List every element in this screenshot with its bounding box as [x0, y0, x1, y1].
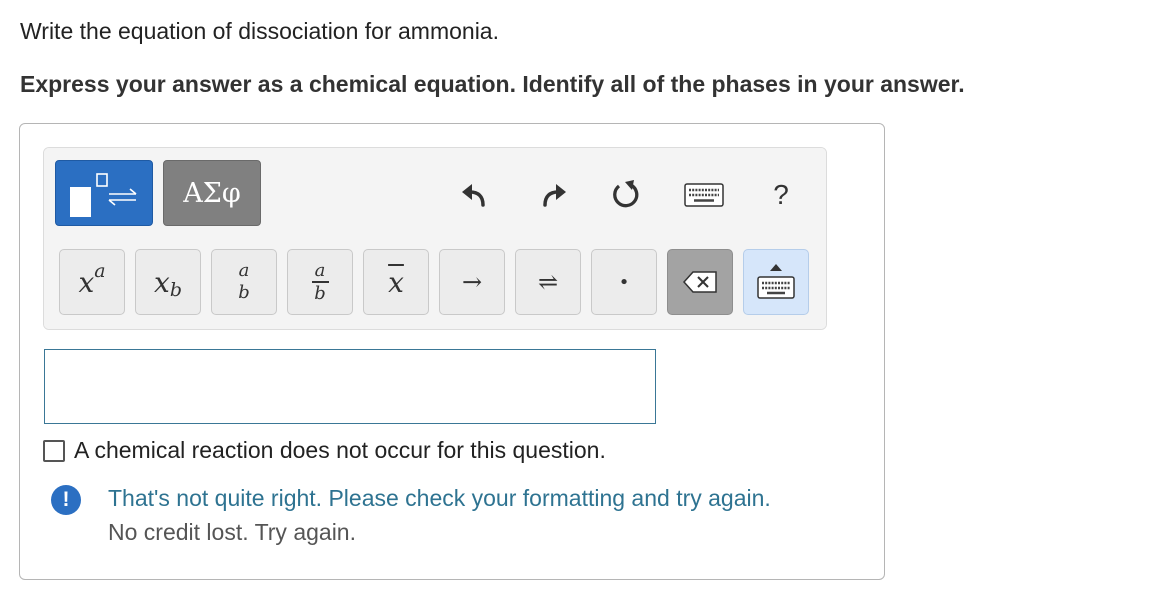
overbar-key[interactable]: x	[363, 249, 429, 315]
overbar-key-label: x	[388, 265, 404, 299]
math-editor: ΑΣφ ? x a x b a b a b x → ⇌ •	[43, 147, 827, 330]
template-reaction-icon	[70, 173, 137, 217]
backspace-key[interactable]	[667, 249, 733, 315]
fraction-key-numerator: a	[238, 260, 250, 281]
answer-panel: ΑΣφ ? x a x b a b a b x → ⇌ • A chemical…	[19, 123, 885, 580]
keypad: xa xb a b a b x → ⇌ •	[44, 234, 826, 329]
greek-symbols-button[interactable]: ΑΣφ	[163, 160, 261, 226]
fraction-bar-key-numerator: a	[314, 260, 326, 282]
no-reaction-label: A chemical reaction does not occur for t…	[74, 437, 606, 463]
help-button[interactable]: ?	[761, 175, 801, 215]
fraction-key-denominator: b	[238, 282, 250, 303]
equilibrium-arrow-key-label: ⇌	[537, 268, 559, 296]
answer-input[interactable]	[44, 349, 656, 424]
fraction-bar-key-denominator: b	[314, 282, 326, 304]
subscript-key-base: x	[154, 265, 170, 299]
reset-icon	[613, 180, 639, 208]
no-reaction-checkbox[interactable]	[43, 439, 65, 462]
toolbar: ΑΣφ ?	[44, 148, 826, 234]
fraction-bar-key[interactable]: a b	[287, 249, 353, 315]
keyboard-toggle-icon	[757, 264, 795, 299]
feedback-message: That's not quite right. Please check you…	[108, 485, 771, 511]
templates-button[interactable]	[55, 160, 153, 226]
superscript-key-exponent: a	[94, 260, 106, 282]
redo-icon	[543, 184, 566, 207]
keyboard-shortcuts-button[interactable]	[681, 175, 727, 215]
instruction-text: Express your answer as a chemical equati…	[20, 71, 965, 97]
no-reaction-option[interactable]: A chemical reaction does not occur for t…	[43, 437, 606, 464]
reaction-arrow-key-label: →	[461, 268, 483, 296]
feedback-submessage: No credit lost. Try again.	[108, 519, 356, 545]
reset-button[interactable]	[606, 175, 646, 215]
undo-button[interactable]	[455, 175, 495, 215]
dot-key[interactable]: •	[591, 249, 657, 315]
subscript-key-index: b	[169, 279, 182, 301]
superscript-key-base: x	[78, 265, 95, 299]
toggle-keypad-key[interactable]	[743, 249, 809, 315]
dot-key-label: •	[618, 271, 630, 293]
reaction-arrow-key[interactable]: →	[439, 249, 505, 315]
alert-icon: !	[51, 485, 81, 515]
fraction-key[interactable]: a b	[211, 249, 277, 315]
superscript-key[interactable]: xa	[59, 249, 125, 315]
equilibrium-arrow-key[interactable]: ⇌	[515, 249, 581, 315]
redo-button[interactable]	[533, 175, 573, 215]
question-text: Write the equation of dissociation for a…	[20, 18, 499, 44]
undo-icon	[462, 184, 485, 207]
backspace-icon	[682, 271, 717, 293]
subscript-key[interactable]: xb	[135, 249, 201, 315]
keyboard-icon	[684, 183, 724, 207]
